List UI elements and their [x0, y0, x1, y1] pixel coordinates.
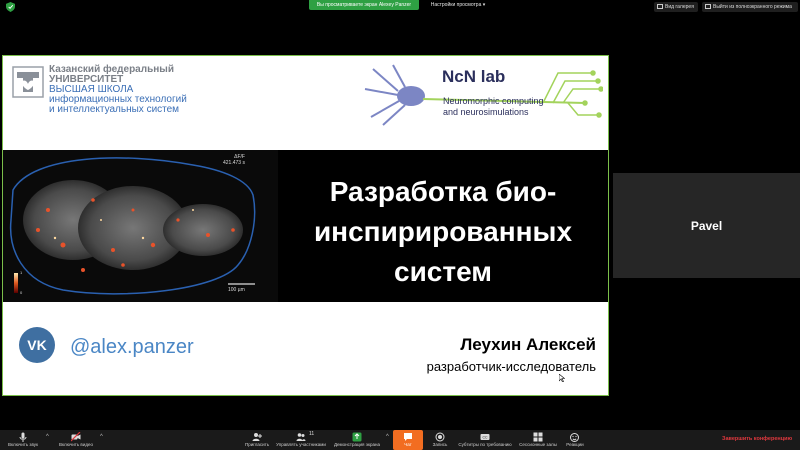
chat-bubble-icon — [404, 433, 412, 441]
brain-timestamp: ΔF/F 421.473 s — [223, 154, 245, 166]
microphone-icon — [19, 432, 27, 442]
colorbar-max-label: 1 — [20, 270, 23, 275]
slide-title-line-3: систем — [394, 256, 492, 287]
video-options-chevron-icon[interactable]: ^ — [100, 434, 103, 440]
gallery-view-label: Вид галерея — [665, 4, 694, 10]
cc-icon: CC — [480, 434, 490, 440]
ncn-subtitle-line-1: Neuromorphic computing — [443, 96, 544, 106]
breakout-rooms-label: Сессионные залы — [519, 442, 557, 447]
start-video-button[interactable]: Включить видео — [54, 430, 98, 450]
gallery-view-button[interactable]: Вид галерея — [654, 2, 698, 12]
top-bar: Вы просматриваете экран Alexey Panzer На… — [0, 0, 800, 14]
ncn-lab-title: NcN lab — [442, 67, 506, 86]
brain-activity-image: ΔF/F 421.473 s 100 µm 1 0 — [3, 150, 278, 302]
exit-fullscreen-icon — [705, 4, 711, 9]
slide-footer: VK @alex.panzer Леухин Алексей разработч… — [3, 302, 608, 395]
record-button[interactable]: Запись — [425, 430, 455, 450]
author-role: разработчик-исследователь — [426, 359, 596, 374]
smiley-plus-icon — [570, 433, 579, 442]
add-person-icon — [252, 433, 262, 441]
colorbar-min-label: 0 — [20, 290, 23, 295]
kfu-text-block: Казанский федеральный УНИВЕРСИТЕТ ВЫСШАЯ… — [49, 65, 249, 115]
record-icon — [435, 432, 445, 442]
reactions-label: Реакции — [566, 442, 584, 447]
manage-participants-label: Управлять участниками — [276, 442, 326, 447]
vk-icon: VK — [19, 327, 55, 363]
brain-scan-graphic — [9, 157, 256, 295]
vk-handle: @alex.panzer — [70, 336, 194, 358]
share-screen-icon — [352, 432, 362, 442]
chevron-down-icon: ▾ — [482, 2, 486, 8]
video-off-icon — [71, 432, 81, 442]
view-options-menu[interactable]: Настройки просмотра ▾ — [424, 0, 492, 10]
participant-tile[interactable]: Pavel — [613, 173, 800, 278]
unmute-button[interactable]: Включить звук — [2, 430, 44, 450]
chat-label: Чат — [404, 442, 412, 447]
slide-title: Разработка био- инспирированных систем — [278, 172, 608, 292]
brain-scale-label: 100 µm — [228, 287, 245, 293]
share-screen-button[interactable]: Демонстрация экрана — [330, 430, 384, 450]
slide-header: Казанский федеральный УНИВЕРСИТЕТ ВЫСШАЯ… — [3, 56, 608, 150]
breakout-rooms-icon — [533, 432, 543, 442]
share-screen-label: Демонстрация экрана — [334, 442, 380, 447]
audio-options-chevron-icon[interactable]: ^ — [46, 434, 49, 440]
chat-button[interactable]: Чат — [393, 430, 423, 450]
participants-icon — [296, 433, 306, 441]
share-options-chevron-icon[interactable]: ^ — [386, 434, 389, 440]
invite-label: Пригласить — [244, 442, 270, 447]
manage-participants-button[interactable]: Управлять участниками — [274, 430, 328, 450]
svg-text:CC: CC — [482, 436, 488, 440]
slide-title-line-2: инспирированных — [313, 216, 573, 247]
author-name: Леухин Алексей — [460, 335, 596, 354]
grid-icon — [657, 4, 663, 9]
screen-share-banner: Вы просматриваете экран Alexey Panzer — [309, 0, 419, 10]
invite-button[interactable]: Пригласить — [242, 430, 272, 450]
kfu-line-5: и интеллектуальных систем — [49, 104, 180, 115]
subtitles-button[interactable]: CC Субтитры по требованию — [457, 430, 513, 450]
mouse-cursor-icon — [559, 374, 565, 382]
kfu-emblem-icon — [12, 66, 44, 98]
breakout-rooms-button[interactable]: Сессионные залы — [515, 430, 561, 450]
ncn-lab-subtitle: Neuromorphic computing and neurosimulati… — [443, 96, 603, 118]
participant-name: Pavel — [690, 219, 723, 233]
security-shield-icon[interactable] — [6, 2, 15, 12]
ncn-subtitle-line-2: and neurosimulations — [443, 107, 529, 117]
start-video-label: Включить видео — [59, 442, 93, 447]
view-options-label: Настройки просмотра — [430, 2, 482, 8]
brain-colorbar — [14, 273, 18, 293]
exit-fullscreen-button[interactable]: Выйти из полноэкранного режима — [702, 2, 798, 12]
slide-title-band: ΔF/F 421.473 s 100 µm 1 0 Разработка био… — [3, 150, 608, 302]
brain-timestamp-line-2: 421.473 s — [223, 160, 245, 166]
unmute-label: Включить звук — [7, 442, 38, 447]
meeting-toolbar: Включить звук ^ Включить видео ^ Приглас… — [0, 430, 800, 450]
exit-fullscreen-label: Выйти из полноэкранного режима — [713, 4, 792, 10]
subtitles-label: Субтитры по требованию — [458, 442, 512, 447]
zoom-window: Вы просматриваете экран Alexey Panzer На… — [0, 0, 800, 450]
end-meeting-button[interactable]: Завершить конференцию — [722, 436, 792, 442]
reactions-button[interactable]: Реакции — [562, 430, 588, 450]
shared-screen-slide: Казанский федеральный УНИВЕРСИТЕТ ВЫСШАЯ… — [2, 55, 609, 396]
record-label: Запись — [432, 442, 448, 447]
slide-title-line-1: Разработка био- — [329, 176, 557, 207]
participants-count: 11 — [309, 431, 315, 437]
